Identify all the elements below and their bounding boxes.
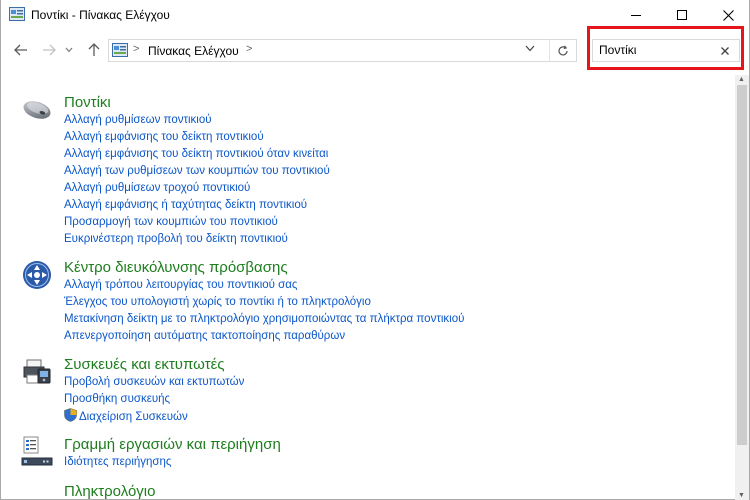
link-pointer-visibility[interactable]: Ευκρινέστερη προβολή του δείκτη ποντικιο… — [64, 231, 330, 248]
control-panel-window: Ποντίκι - Πίνακας Ελέγχου > Πίνακας Ελέγ… — [0, 0, 750, 500]
group-title[interactable]: Συσκευές και εκτυπωτές — [64, 356, 225, 373]
clear-search-button[interactable] — [721, 43, 729, 58]
link-pointer-appearance[interactable]: Αλλαγή εμφάνισης του δείκτη ποντικιού — [64, 129, 330, 146]
ease-of-access-icon — [23, 261, 51, 289]
forward-button[interactable] — [39, 40, 59, 60]
arrow-right-icon — [43, 44, 56, 56]
refresh-icon — [558, 44, 568, 55]
maximize-icon — [677, 10, 687, 20]
link-pointer-speed[interactable]: Αλλαγή εμφάνισης ή ταχύτητας δείκτη ποντ… — [64, 197, 330, 214]
group-title[interactable]: Κέντρο διευκόλυνσης πρόσβασης — [64, 259, 288, 276]
link-mouse-keys[interactable]: Μετακίνηση δείκτη με το πληκτρολόγιο χρη… — [64, 311, 464, 328]
mouse-icon — [23, 101, 51, 119]
breadcrumb-separator[interactable]: > — [246, 43, 252, 55]
link-mouse-settings[interactable]: Αλλαγή ρυθμίσεων ποντικιού — [64, 112, 330, 129]
address-bar[interactable]: > Πίνακας Ελέγχου > — [108, 39, 577, 62]
arrow-up-icon — [88, 43, 100, 56]
chevron-down-icon — [65, 47, 73, 53]
up-button[interactable] — [84, 40, 104, 60]
minimize-icon — [631, 15, 641, 16]
back-button[interactable] — [11, 40, 31, 60]
link-button-settings[interactable]: Αλλαγή των ρυθμίσεων των κουμπιών του πο… — [64, 163, 330, 180]
scroll-up-arrow[interactable]: ▲ — [738, 76, 745, 83]
window-title: Ποντίκι - Πίνακας Ελέγχου — [31, 8, 170, 22]
link-customize-buttons[interactable]: Προσαρμογή των κουμπιών του ποντικιού — [64, 214, 330, 231]
link-label[interactable]: Διαχείριση Συσκευών — [79, 411, 188, 423]
link-device-manager[interactable]: Διαχείριση Συσκευών — [64, 408, 244, 426]
link-view-devices-printers[interactable]: Προβολή συσκευών και εκτυπωτών — [64, 374, 244, 391]
control-panel-icon — [112, 43, 128, 57]
breadcrumb-separator[interactable]: > — [133, 43, 139, 55]
link-add-device[interactable]: Προσθήκη συσκευής — [64, 391, 244, 408]
chevron-down-icon — [525, 45, 535, 52]
group-title[interactable]: Γραμμή εργασιών και περιήγηση — [64, 436, 281, 453]
link-list: Αλλαγή τρόπου λειτουργίας του ποντικιού … — [64, 277, 464, 345]
search-results: Ποντίκι Αλλαγή ρυθμίσεων ποντικιού Αλλαγ… — [1, 75, 735, 500]
close-icon — [721, 47, 729, 55]
link-list: Αλλαγή ρυθμίσεων ποντικιού Αλλαγή εμφάνι… — [64, 112, 330, 248]
link-list: Ιδιότητες περιήγησης — [64, 454, 171, 471]
refresh-button[interactable] — [549, 39, 577, 62]
group-title[interactable]: Ποντίκι — [64, 94, 111, 111]
vertical-scrollbar[interactable]: ▲ ▼ — [735, 75, 749, 500]
link-list: Προβολή συσκευών και εκτυπωτών Προσθήκη … — [64, 374, 244, 426]
search-box[interactable] — [592, 39, 740, 62]
scrollbar-thumb[interactable] — [737, 85, 747, 445]
link-disable-window-snap[interactable]: Απενεργοποίηση αυτόματης τακτοποίησης πα… — [64, 328, 464, 345]
uac-shield-icon — [64, 408, 77, 422]
breadcrumb-control-panel[interactable]: Πίνακας Ελέγχου — [148, 44, 239, 58]
scroll-down-arrow[interactable]: ▼ — [738, 492, 745, 499]
printer-icon — [23, 359, 51, 384]
arrow-left-icon — [14, 44, 27, 56]
recent-locations-button[interactable] — [63, 40, 75, 60]
link-navigation-properties[interactable]: Ιδιότητες περιήγησης — [64, 454, 171, 471]
search-input[interactable] — [599, 43, 719, 57]
link-pointer-appearance-moving[interactable]: Αλλαγή εμφάνισης του δείκτη ποντικιού ότ… — [64, 146, 330, 163]
close-icon — [722, 9, 734, 21]
address-dropdown-button[interactable] — [525, 43, 535, 55]
link-control-without-mouse[interactable]: Έλεγχος του υπολογιστή χωρίς το ποντίκι … — [64, 294, 464, 311]
link-change-mouse-behavior[interactable]: Αλλαγή τρόπου λειτουργίας του ποντικιού … — [64, 277, 464, 294]
link-wheel-settings[interactable]: Αλλαγή ρυθμίσεων τροχού ποντικιού — [64, 180, 330, 197]
group-title[interactable]: Πληκτρολόγιο — [64, 483, 155, 500]
taskbar-icon — [21, 436, 53, 466]
control-panel-icon — [9, 7, 25, 21]
